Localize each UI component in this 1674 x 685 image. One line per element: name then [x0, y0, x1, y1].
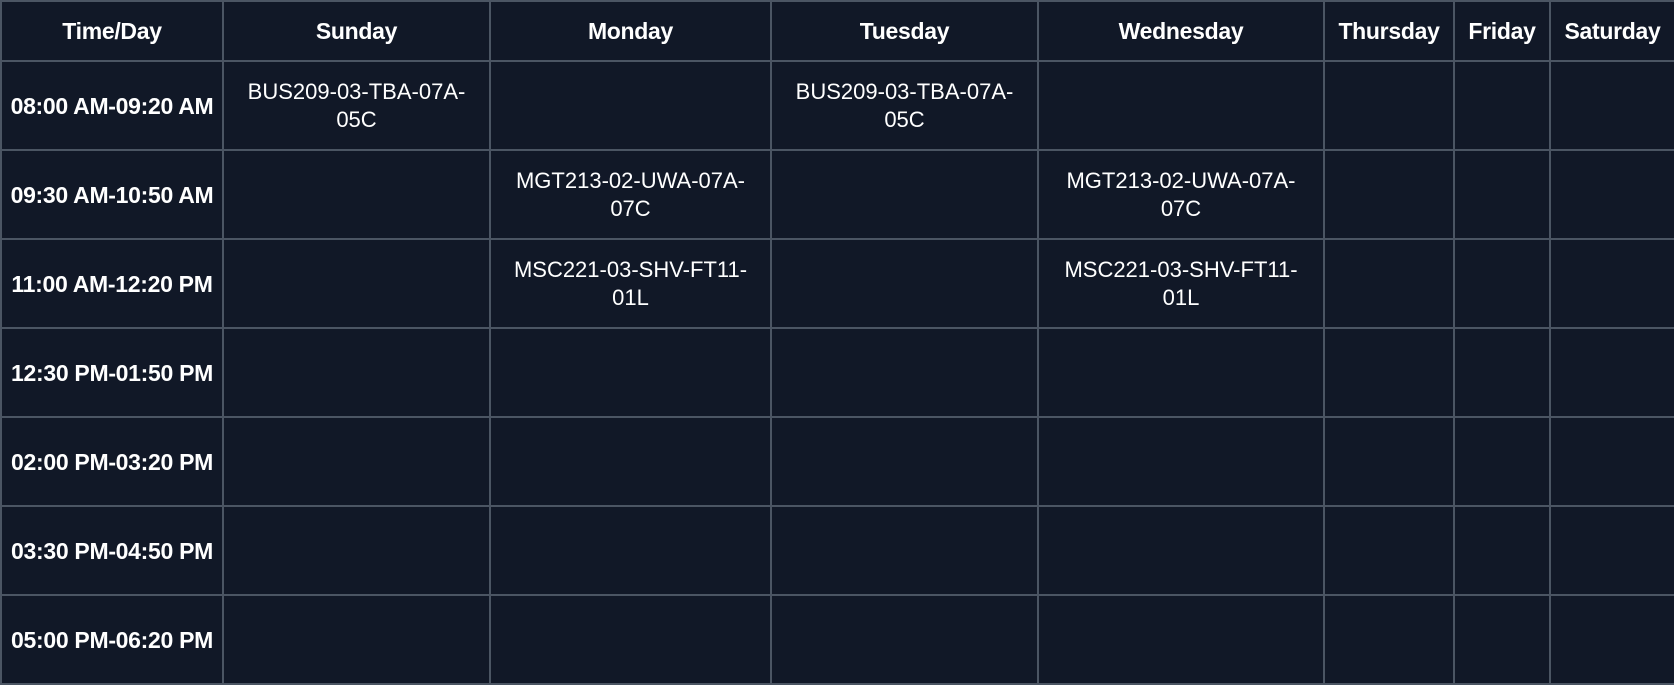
header-tuesday: Tuesday — [770, 0, 1039, 62]
course-entry: MSC221-03-SHV-FT11-01L — [1064, 256, 1298, 310]
schedule-cell-wednesday: MGT213-02-UWA-07A-07C — [1037, 149, 1325, 240]
course-entry: BUS209-03-TBA-07A-05C — [795, 78, 1014, 132]
schedule-cell-tuesday: BUS209-03-TBA-07A-05C — [770, 60, 1039, 151]
schedule-cell-friday — [1453, 238, 1551, 329]
schedule-cell-monday — [489, 327, 772, 418]
time-slot: 02:00 PM-03:20 PM — [0, 416, 224, 507]
schedule-cell-saturday — [1549, 594, 1674, 685]
schedule-cell-thursday — [1323, 594, 1455, 685]
schedule-cell-saturday — [1549, 505, 1674, 596]
table-row: 12:30 PM-01:50 PM — [0, 327, 1674, 418]
schedule-cell-tuesday — [770, 327, 1039, 418]
header-saturday: Saturday — [1549, 0, 1674, 62]
course-entry: BUS209-03-TBA-07A-05C — [247, 78, 466, 132]
schedule-header: Time/Day Sunday Monday Tuesday Wednesday… — [0, 0, 1674, 62]
schedule-cell-sunday — [222, 594, 491, 685]
schedule-cell-tuesday — [770, 505, 1039, 596]
schedule-cell-saturday — [1549, 149, 1674, 240]
table-row: 05:00 PM-06:20 PM — [0, 594, 1674, 685]
schedule-cell-saturday — [1549, 327, 1674, 418]
schedule-cell-sunday — [222, 327, 491, 418]
header-friday: Friday — [1453, 0, 1551, 62]
schedule-cell-thursday — [1323, 416, 1455, 507]
time-slot: 09:30 AM-10:50 AM — [0, 149, 224, 240]
time-slot: 12:30 PM-01:50 PM — [0, 327, 224, 418]
schedule-cell-monday — [489, 594, 772, 685]
course-entry: MGT213-02-UWA-07A-07C — [515, 167, 745, 221]
schedule-cell-monday: MSC221-03-SHV-FT11-01L — [489, 238, 772, 329]
schedule-cell-monday — [489, 505, 772, 596]
schedule-cell-sunday: BUS209-03-TBA-07A-05C — [222, 60, 491, 151]
header-monday: Monday — [489, 0, 772, 62]
course-entry: MGT213-02-UWA-07A-07C — [1066, 167, 1296, 221]
time-slot: 05:00 PM-06:20 PM — [0, 594, 224, 685]
schedule-cell-thursday — [1323, 327, 1455, 418]
course-entry: MSC221-03-SHV-FT11-01L — [513, 256, 748, 310]
header-sunday: Sunday — [222, 0, 491, 62]
schedule-cell-tuesday — [770, 149, 1039, 240]
schedule-cell-friday — [1453, 149, 1551, 240]
schedule-cell-friday — [1453, 60, 1551, 151]
schedule-cell-tuesday — [770, 238, 1039, 329]
schedule-cell-friday — [1453, 505, 1551, 596]
schedule-cell-wednesday — [1037, 594, 1325, 685]
time-slot: 03:30 PM-04:50 PM — [0, 505, 224, 596]
schedule-cell-wednesday — [1037, 416, 1325, 507]
schedule-cell-tuesday — [770, 594, 1039, 685]
table-row: 02:00 PM-03:20 PM — [0, 416, 1674, 507]
schedule-cell-saturday — [1549, 60, 1674, 151]
schedule-cell-friday — [1453, 327, 1551, 418]
time-slot: 11:00 AM-12:20 PM — [0, 238, 224, 329]
schedule-cell-thursday — [1323, 149, 1455, 240]
schedule-body: 08:00 AM-09:20 AM BUS209-03-TBA-07A-05C … — [0, 60, 1674, 685]
schedule-cell-monday: MGT213-02-UWA-07A-07C — [489, 149, 772, 240]
schedule-cell-sunday — [222, 149, 491, 240]
schedule-cell-wednesday — [1037, 505, 1325, 596]
schedule-cell-wednesday — [1037, 60, 1325, 151]
table-row: 08:00 AM-09:20 AM BUS209-03-TBA-07A-05C … — [0, 60, 1674, 151]
schedule-cell-friday — [1453, 416, 1551, 507]
schedule-cell-wednesday — [1037, 327, 1325, 418]
schedule-cell-saturday — [1549, 238, 1674, 329]
schedule-cell-tuesday — [770, 416, 1039, 507]
schedule-cell-sunday — [222, 416, 491, 507]
header-row: Time/Day Sunday Monday Tuesday Wednesday… — [0, 0, 1674, 62]
schedule-cell-monday — [489, 416, 772, 507]
header-thursday: Thursday — [1323, 0, 1455, 62]
schedule-cell-sunday — [222, 505, 491, 596]
header-wednesday: Wednesday — [1037, 0, 1325, 62]
time-slot: 08:00 AM-09:20 AM — [0, 60, 224, 151]
weekly-schedule-table: Time/Day Sunday Monday Tuesday Wednesday… — [0, 0, 1674, 685]
schedule-cell-friday — [1453, 594, 1551, 685]
table-row: 09:30 AM-10:50 AM MGT213-02-UWA-07A-07C … — [0, 149, 1674, 240]
schedule-cell-thursday — [1323, 60, 1455, 151]
schedule-cell-sunday — [222, 238, 491, 329]
schedule-cell-thursday — [1323, 505, 1455, 596]
header-time-day: Time/Day — [0, 0, 224, 62]
schedule-cell-thursday — [1323, 238, 1455, 329]
schedule-cell-saturday — [1549, 416, 1674, 507]
table-row: 11:00 AM-12:20 PM MSC221-03-SHV-FT11-01L… — [0, 238, 1674, 329]
schedule-cell-monday — [489, 60, 772, 151]
table-row: 03:30 PM-04:50 PM — [0, 505, 1674, 596]
schedule-cell-wednesday: MSC221-03-SHV-FT11-01L — [1037, 238, 1325, 329]
